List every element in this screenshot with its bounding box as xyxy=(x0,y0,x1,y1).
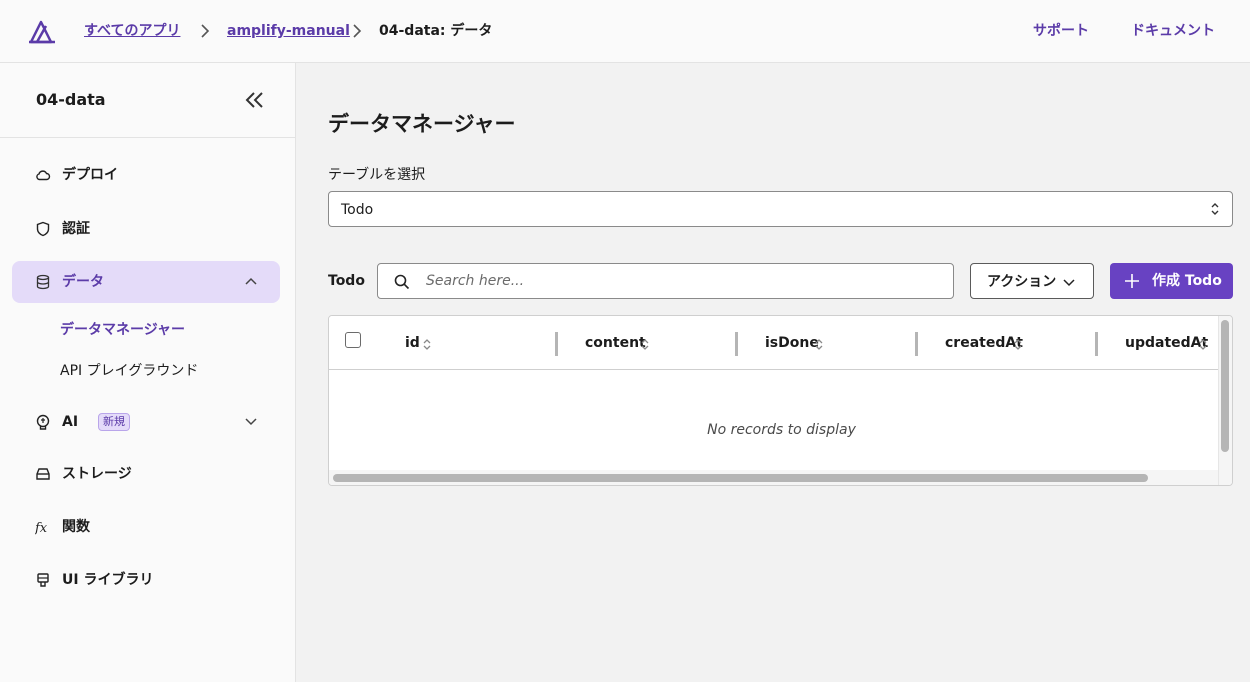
docs-link[interactable]: ドキュメント xyxy=(1131,21,1215,41)
chevron-up-icon[interactable] xyxy=(244,276,258,286)
chevron-down-icon[interactable] xyxy=(244,416,258,426)
select-all-checkbox[interactable] xyxy=(345,332,361,348)
table-select[interactable]: Todo xyxy=(328,191,1233,227)
sidebar-item-label: ストレージ xyxy=(62,466,132,482)
vertical-scrollbar[interactable] xyxy=(1221,320,1229,452)
breadcrumb-current: 04-data: データ xyxy=(379,23,493,39)
shield-icon xyxy=(36,221,50,237)
column-header-label: isDone xyxy=(765,335,819,351)
sidebar-item-functions[interactable]: fx 関数 xyxy=(12,506,280,548)
sort-icon xyxy=(641,339,649,350)
column-header-id[interactable]: id xyxy=(405,316,555,370)
ui-library-icon xyxy=(37,573,49,587)
create-button-label: 作成 Todo xyxy=(1152,273,1222,289)
cloud-icon xyxy=(36,170,51,181)
chevron-right-icon xyxy=(201,24,210,38)
column-resize-handle[interactable] xyxy=(1095,332,1098,356)
column-header-isdone[interactable]: isDone xyxy=(765,316,915,370)
top-bar: すべてのアプリ amplify-manual 04-data: データ サポート… xyxy=(0,0,1250,63)
brain-icon xyxy=(36,414,50,430)
empty-state-text: No records to display xyxy=(707,422,856,438)
horizontal-scrollbar[interactable] xyxy=(333,474,1148,482)
sidebar-item-label: 関数 xyxy=(62,519,90,535)
chevron-down-icon xyxy=(1063,279,1075,287)
sort-icon xyxy=(423,339,431,350)
sidebar: 04-data デプロイ 認証 データ データマネージャー API プレイグラウ… xyxy=(0,63,296,682)
sidebar-item-label: デプロイ xyxy=(62,167,118,183)
breadcrumb-all-apps-link[interactable]: すべてのアプリ xyxy=(84,23,180,39)
select-arrows-icon xyxy=(1211,203,1219,215)
actions-button-label: アクション xyxy=(987,274,1057,290)
sidebar-subitem-api-playground[interactable]: API プレイグラウンド xyxy=(60,361,198,381)
collapse-sidebar-icon[interactable] xyxy=(244,90,266,110)
column-header-content[interactable]: content xyxy=(585,316,735,370)
column-header-createdat[interactable]: createdAt xyxy=(945,316,1095,370)
table-select-value: Todo xyxy=(341,202,374,218)
sidebar-item-deploy[interactable]: デプロイ xyxy=(12,154,280,196)
sidebar-item-data[interactable]: データ xyxy=(12,261,280,303)
sidebar-title: 04-data xyxy=(36,90,106,109)
storage-icon xyxy=(36,468,50,480)
breadcrumb-app: amplify-manual xyxy=(227,21,350,41)
column-resize-handle[interactable] xyxy=(555,332,558,356)
sidebar-item-storage[interactable]: ストレージ xyxy=(12,453,280,495)
sidebar-item-label: UI ライブラリ xyxy=(62,572,154,588)
breadcrumb-app-link[interactable]: amplify-manual xyxy=(227,23,350,39)
search-icon xyxy=(394,274,410,290)
table-header: id content isDone createdAt updatedAt xyxy=(329,316,1218,370)
svg-text:fx: fx xyxy=(35,521,48,535)
create-todo-button[interactable]: 作成 Todo xyxy=(1110,263,1233,299)
sidebar-item-auth[interactable]: 認証 xyxy=(12,208,280,250)
new-badge: 新規 xyxy=(98,413,130,431)
actions-button[interactable]: アクション xyxy=(970,263,1094,299)
table-name-label: Todo xyxy=(328,273,365,289)
search-box xyxy=(377,263,954,299)
column-header-label: updatedAt xyxy=(1125,335,1209,351)
plus-icon xyxy=(1125,274,1139,288)
table-select-label: テーブルを選択 xyxy=(328,167,426,183)
sort-icon xyxy=(1014,339,1022,350)
sort-icon xyxy=(1199,339,1207,350)
data-table: id content isDone createdAt updatedAt No… xyxy=(328,315,1233,486)
column-header-label: createdAt xyxy=(945,335,1023,351)
column-header-updatedat[interactable]: updatedAt xyxy=(1125,316,1218,370)
column-resize-handle[interactable] xyxy=(735,332,738,356)
amplify-logo-icon[interactable] xyxy=(28,18,56,44)
chevron-right-icon xyxy=(353,24,362,38)
sort-icon xyxy=(815,339,823,350)
page-title: データマネージャー xyxy=(328,112,516,136)
sidebar-item-label: データ xyxy=(62,274,104,290)
sidebar-item-ai[interactable]: AI 新規 xyxy=(12,401,280,443)
column-resize-handle[interactable] xyxy=(915,332,918,356)
sidebar-item-label: AI xyxy=(62,414,79,430)
column-header-label: content xyxy=(585,335,646,351)
column-header-label: id xyxy=(405,335,420,351)
support-link[interactable]: サポート xyxy=(1033,21,1089,41)
search-input[interactable] xyxy=(426,271,926,291)
sidebar-divider xyxy=(0,137,296,138)
function-icon: fx xyxy=(35,521,48,535)
sidebar-item-label: 認証 xyxy=(62,221,90,237)
database-icon xyxy=(36,274,50,290)
sidebar-subitem-data-manager[interactable]: データマネージャー xyxy=(60,320,185,340)
sidebar-item-ui-library[interactable]: UI ライブラリ xyxy=(12,559,280,601)
breadcrumb-all-apps: すべてのアプリ xyxy=(84,21,180,41)
